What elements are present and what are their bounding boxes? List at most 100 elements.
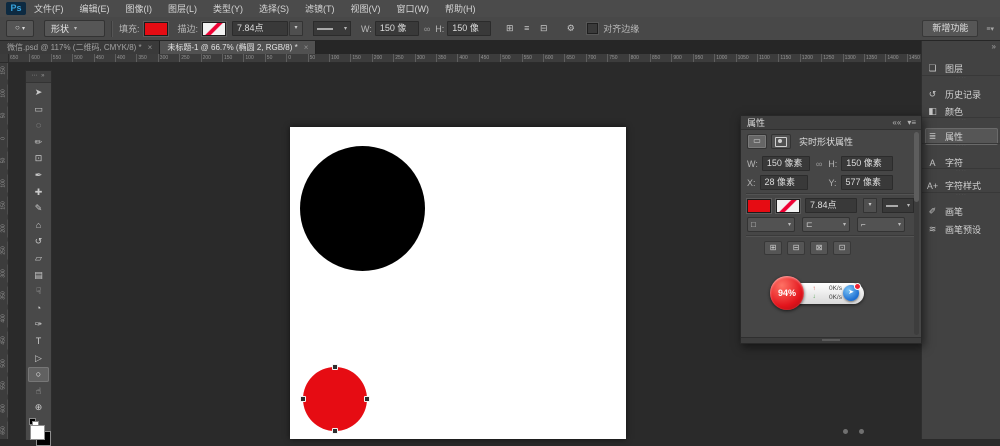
collapse-icon[interactable]: » bbox=[41, 73, 45, 79]
scrollbar[interactable] bbox=[914, 132, 919, 335]
combine-shapes-button[interactable]: ⊞ bbox=[764, 241, 782, 255]
brush-tool[interactable]: ✎ bbox=[28, 201, 49, 216]
stroke-corner-select-icon: ⌐ bbox=[861, 220, 866, 229]
subtract-shape-button[interactable]: ⊟ bbox=[787, 241, 805, 255]
dock-item-brush-presets[interactable]: ≋画笔预设 bbox=[926, 222, 997, 237]
menu-item-8[interactable]: 视图(V) bbox=[351, 2, 381, 15]
stroke-style-select[interactable]: ▾ bbox=[313, 21, 351, 36]
marquee-tool[interactable]: ▭ bbox=[28, 102, 49, 117]
healing-brush-tool[interactable]: ✚ bbox=[28, 185, 49, 200]
stroke-alignment-select[interactable]: □▾ bbox=[747, 217, 795, 232]
height-field[interactable]: 150 像 bbox=[447, 21, 491, 36]
live-shape-properties-button[interactable]: ▭ bbox=[747, 134, 767, 149]
ruler-tick-label: 1050 bbox=[736, 54, 749, 62]
menu-item-1[interactable]: 文件(F) bbox=[34, 2, 64, 15]
dock-item-properties[interactable]: ≣属性 bbox=[926, 129, 997, 144]
workspace-menu-icon[interactable]: ≡▾ bbox=[986, 25, 994, 33]
history-brush-tool[interactable]: ↺ bbox=[28, 234, 49, 249]
red-circle[interactable] bbox=[303, 367, 367, 431]
menu-item-4[interactable]: 图层(L) bbox=[168, 2, 197, 15]
menu-item-6[interactable]: 选择(S) bbox=[259, 2, 289, 15]
fill-color-swatch[interactable] bbox=[144, 22, 168, 36]
hand-tool[interactable]: ☝ bbox=[28, 384, 49, 399]
panel-menu-icon[interactable]: ▾≡ bbox=[907, 118, 916, 127]
stroke-style-select[interactable]: ▾ bbox=[882, 198, 914, 213]
menu-item-3[interactable]: 图像(I) bbox=[126, 2, 153, 15]
gradient-tool[interactable]: ▤ bbox=[28, 268, 49, 283]
dock-collapse-icon[interactable]: » bbox=[992, 42, 996, 51]
clone-stamp-tool[interactable]: ⌂ bbox=[28, 218, 49, 233]
dock-item-history[interactable]: ↺历史记录 bbox=[926, 87, 997, 102]
document-canvas[interactable] bbox=[290, 127, 626, 439]
smudge-tool[interactable]: ☟ bbox=[28, 284, 49, 299]
eraser-tool[interactable]: ▱ bbox=[28, 251, 49, 266]
black-circle[interactable] bbox=[300, 146, 425, 271]
menu-item-9[interactable]: 窗口(W) bbox=[397, 2, 430, 15]
dodge-tool[interactable]: ◔ bbox=[28, 301, 49, 316]
foreground-color-swatch[interactable] bbox=[30, 425, 45, 440]
shape-handle-bottom[interactable] bbox=[332, 428, 338, 434]
ruler-tick-label: 200 bbox=[372, 54, 382, 62]
document-tab-2[interactable]: 未标题-1 @ 66.7% (椭圆 2, RGB/8) *× bbox=[160, 40, 316, 54]
tools-panel-header[interactable]: ⋯ » bbox=[26, 71, 51, 83]
collapse-panel-icon[interactable]: «« bbox=[892, 118, 901, 127]
stroke-color-swatch[interactable] bbox=[776, 199, 800, 213]
dock-item-character-styles[interactable]: A+字符样式 bbox=[926, 178, 997, 193]
move-tool[interactable]: ➤ bbox=[28, 85, 49, 100]
close-icon[interactable]: × bbox=[148, 43, 153, 52]
menu-item-10[interactable]: 帮助(H) bbox=[445, 2, 476, 15]
ellipse-tool[interactable]: ○ bbox=[28, 367, 49, 382]
align-edges-checkbox[interactable] bbox=[587, 23, 598, 34]
masks-properties-button[interactable] bbox=[771, 134, 791, 149]
menu-item-5[interactable]: 类型(Y) bbox=[213, 2, 243, 15]
stroke-width-dropdown[interactable]: ▾ bbox=[863, 198, 877, 213]
document-tab-1[interactable]: 微信.psd @ 117% (二维码, CMYK/8) *× bbox=[0, 40, 160, 54]
shape-handle-left[interactable] bbox=[300, 396, 306, 402]
shape-handle-top[interactable] bbox=[332, 364, 338, 370]
path-alignment-button[interactable]: ≡ bbox=[518, 21, 535, 36]
stroke-corner-select[interactable]: ⌐▾ bbox=[857, 217, 905, 232]
link-dimensions-icon[interactable]: ∞ bbox=[424, 24, 430, 34]
path-arrangement-button[interactable]: ⊟ bbox=[535, 21, 552, 36]
width-field[interactable]: 150 像 bbox=[375, 21, 419, 36]
zoom-tool[interactable]: ⊕ bbox=[28, 400, 49, 415]
memory-usage-ball[interactable]: 94% bbox=[770, 276, 804, 310]
stroke-color-swatch[interactable] bbox=[202, 22, 226, 36]
stroke-cap-select[interactable]: ⊏▾ bbox=[802, 217, 850, 232]
eyedropper-tool[interactable]: ✒ bbox=[28, 168, 49, 183]
gear-icon[interactable]: ⚙ bbox=[562, 21, 579, 36]
menu-item-2[interactable]: 编辑(E) bbox=[80, 2, 110, 15]
lasso-tool[interactable]: ◌ bbox=[28, 118, 49, 133]
stroke-width-dropdown[interactable]: ▾ bbox=[289, 21, 303, 36]
tool-preset-button[interactable]: ○ ▾ bbox=[6, 20, 34, 37]
stroke-width-field[interactable]: 7.84点 bbox=[805, 198, 857, 213]
ruler-tick-label: 600 bbox=[29, 54, 39, 62]
dock-item-brush[interactable]: ✐画笔 bbox=[926, 204, 997, 219]
menu-item-7[interactable]: 滤镜(T) bbox=[305, 2, 335, 15]
close-icon[interactable]: × bbox=[304, 43, 309, 52]
pen-tool[interactable]: ✑ bbox=[28, 317, 49, 332]
path-operations-button[interactable]: ⊞ bbox=[501, 21, 518, 36]
fill-color-swatch[interactable] bbox=[747, 199, 771, 213]
path-selection-tool[interactable]: ▷ bbox=[28, 351, 49, 366]
shape-y-field[interactable]: 577 像素 bbox=[841, 175, 893, 190]
scrollbar-thumb[interactable] bbox=[914, 132, 919, 202]
brush-presets-icon: ≋ bbox=[926, 224, 939, 235]
panel-resize-handle[interactable] bbox=[741, 337, 921, 343]
crop-tool[interactable]: ⊡ bbox=[28, 151, 49, 166]
new-features-button[interactable]: 新增功能 bbox=[922, 20, 978, 37]
exclude-shapes-button[interactable]: ⊡ bbox=[833, 241, 851, 255]
quick-selection-tool[interactable]: ✏ bbox=[28, 135, 49, 150]
shape-width-field[interactable]: 150 像素 bbox=[762, 156, 810, 171]
properties-panel-header[interactable]: 属性 «« ▾≡ bbox=[741, 116, 921, 130]
speed-widget[interactable]: ↑ ↓ 0K/s 0K/s 94% ➤ bbox=[770, 274, 870, 314]
shape-x-field[interactable]: 28 像素 bbox=[760, 175, 808, 190]
shape-height-field[interactable]: 150 像素 bbox=[841, 156, 893, 171]
stroke-width-field[interactable]: 7.84点 bbox=[232, 21, 288, 36]
dock-item-layers[interactable]: ❏图层 bbox=[926, 61, 997, 76]
link-dimensions-icon[interactable]: ∞ bbox=[816, 159, 822, 169]
tool-mode-select[interactable]: 形状 ▾ bbox=[44, 20, 105, 37]
shape-handle-right[interactable] bbox=[364, 396, 370, 402]
intersect-shapes-button[interactable]: ⊠ bbox=[810, 241, 828, 255]
type-tool[interactable]: T bbox=[28, 334, 49, 349]
